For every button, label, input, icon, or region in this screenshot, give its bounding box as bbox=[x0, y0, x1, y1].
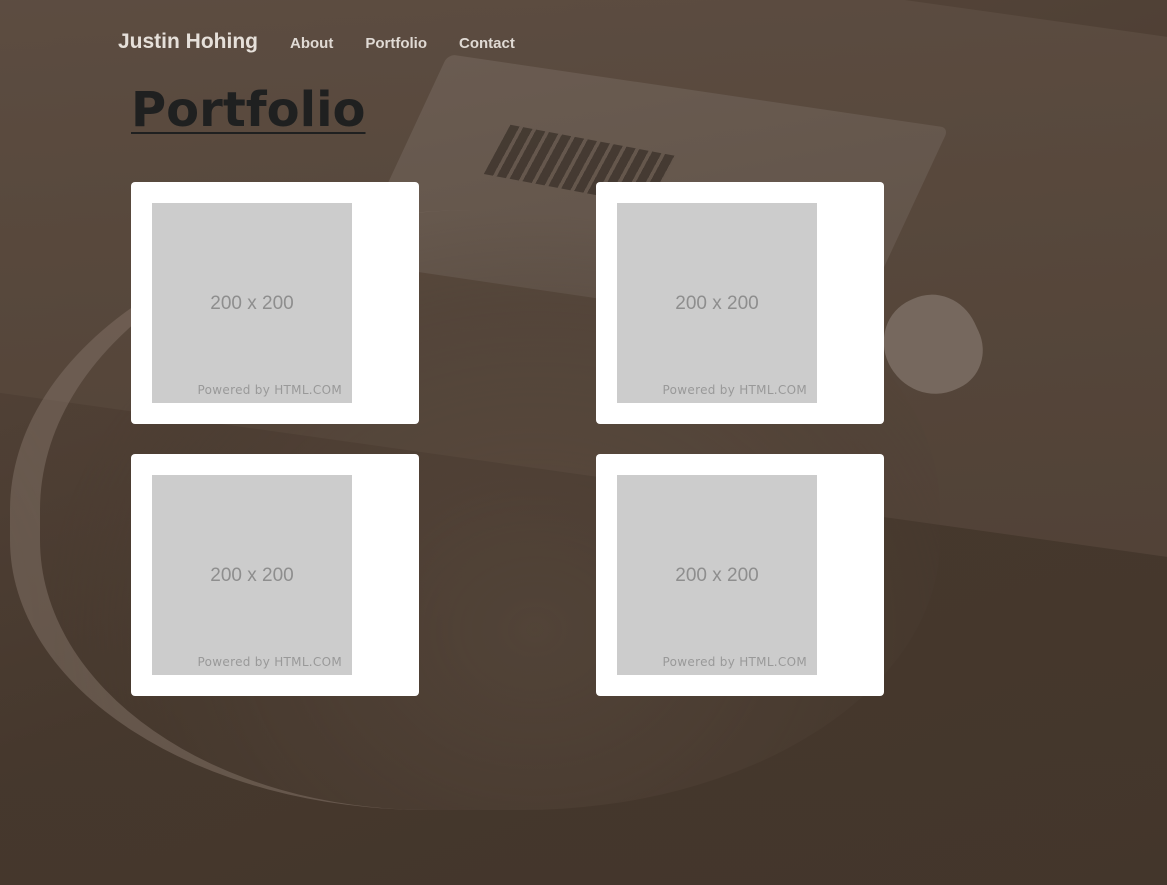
portfolio-card[interactable]: 200 x 200 Powered by HTML.COM bbox=[596, 182, 884, 424]
placeholder-image: 200 x 200 Powered by HTML.COM bbox=[152, 475, 352, 675]
brand-link[interactable]: Justin Hohing bbox=[118, 30, 258, 54]
top-nav: Justin Hohing About Portfolio Contact bbox=[118, 30, 515, 54]
nav-link-about[interactable]: About bbox=[290, 35, 333, 52]
placeholder-image: 200 x 200 Powered by HTML.COM bbox=[152, 203, 352, 403]
placeholder-credit-label: Powered by HTML.COM bbox=[197, 655, 342, 669]
placeholder-size-label: 200 x 200 bbox=[675, 293, 759, 314]
placeholder-size-label: 200 x 200 bbox=[210, 565, 294, 586]
page-title: Portfolio bbox=[131, 82, 366, 138]
placeholder-image: 200 x 200 Powered by HTML.COM bbox=[617, 475, 817, 675]
nav-link-portfolio[interactable]: Portfolio bbox=[365, 35, 427, 52]
portfolio-card[interactable]: 200 x 200 Powered by HTML.COM bbox=[596, 454, 884, 696]
portfolio-card[interactable]: 200 x 200 Powered by HTML.COM bbox=[131, 454, 419, 696]
portfolio-card[interactable]: 200 x 200 Powered by HTML.COM bbox=[131, 182, 419, 424]
nav-link-contact[interactable]: Contact bbox=[459, 35, 515, 52]
placeholder-image: 200 x 200 Powered by HTML.COM bbox=[617, 203, 817, 403]
placeholder-size-label: 200 x 200 bbox=[210, 293, 294, 314]
placeholder-size-label: 200 x 200 bbox=[675, 565, 759, 586]
placeholder-credit-label: Powered by HTML.COM bbox=[197, 383, 342, 397]
placeholder-credit-label: Powered by HTML.COM bbox=[662, 383, 807, 397]
placeholder-credit-label: Powered by HTML.COM bbox=[662, 655, 807, 669]
